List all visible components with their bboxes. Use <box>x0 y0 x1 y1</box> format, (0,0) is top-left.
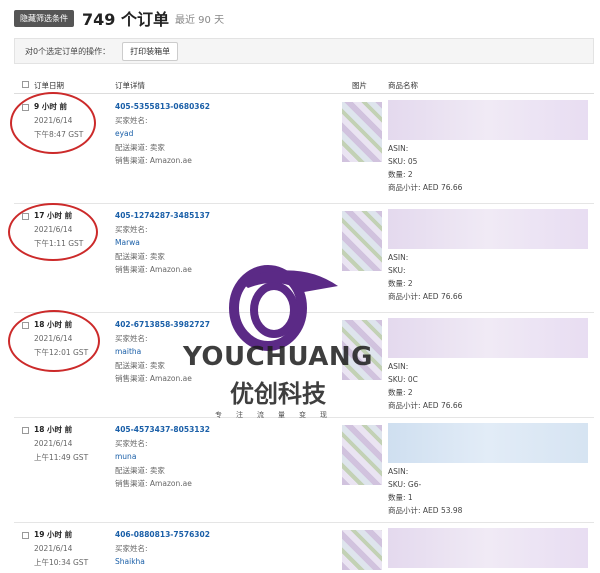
fulfillment-channel: 配送渠道: 卖家 <box>115 142 165 152</box>
order-details-cell: 405-5355813-0680362 买家姓名: eyad 配送渠道: 卖家 … <box>115 100 345 168</box>
buyer-label: 买家姓名: <box>115 115 148 125</box>
sales-channel: 销售渠道: Amazon.ae <box>115 156 192 165</box>
order-id-link[interactable]: 406-0880813-7576302 <box>115 528 345 542</box>
hide-filters-button[interactable]: 隐藏筛选条件 <box>14 9 74 27</box>
print-packing-slip-button[interactable]: 打印装箱单 <box>122 41 179 61</box>
product-thumbnail[interactable] <box>342 425 382 485</box>
order-row: 18 小时 前 2021/6/14 上午11:49 GST 405-457343… <box>14 419 594 523</box>
order-date: 2021/6/14 <box>34 439 73 448</box>
order-count: 749 个订单 <box>82 10 169 29</box>
order-details-cell: 406-0880813-7576302 买家姓名: Shaikha <box>115 528 345 569</box>
sku: SKU: G6- <box>388 480 422 489</box>
redacted-product-name <box>388 423 588 463</box>
product-name-cell: ASIN: SKU: 05 数量: 2 商品小计: AED 76.66 <box>388 100 594 194</box>
column-header-image: 图片 <box>352 81 367 90</box>
redacted-product-name <box>388 318 588 358</box>
redacted-product-name <box>388 100 588 140</box>
quantity: 数量: 2 <box>388 279 413 288</box>
select-all-checkbox[interactable] <box>22 81 29 88</box>
row-checkbox[interactable] <box>22 532 29 539</box>
buyer-name-link[interactable]: Marwa <box>115 236 345 250</box>
order-id-link[interactable]: 405-5355813-0680362 <box>115 100 345 114</box>
order-date-cell: 18 小时 前 2021/6/14 上午11:49 GST <box>34 423 114 465</box>
table-header: 订单日期 订单详情 图片 商品名称 <box>14 76 594 94</box>
header-bar: 隐藏筛选条件 749 个订单 最近 90 天 <box>14 6 224 30</box>
product-name-cell: ASIN: SKU: 数量: 2 商品小计: AED 76.66 <box>388 209 594 303</box>
buyer-name-link[interactable]: eyad <box>115 127 345 141</box>
column-header-details: 订单详情 <box>115 81 145 90</box>
subtotal: 商品小计: AED 76.66 <box>388 183 463 192</box>
product-thumbnail[interactable] <box>342 102 382 162</box>
subtotal: 商品小计: AED 76.66 <box>388 292 463 301</box>
subtotal: 商品小计: AED 76.66 <box>388 401 463 410</box>
buyer-name-link[interactable]: muna <box>115 450 345 464</box>
annotation-circle <box>10 92 96 154</box>
order-time: 上午10:34 GST <box>34 558 89 567</box>
annotation-circle <box>8 203 98 261</box>
annotation-circle <box>8 310 100 372</box>
watermark-tagline: 专注流量变现 <box>215 411 341 419</box>
order-row: 19 小时 前 2021/6/14 上午10:34 GST 406-088081… <box>14 524 594 573</box>
watermark-brand-cn: 优创科技 <box>230 380 326 408</box>
sales-channel: 销售渠道: Amazon.ae <box>115 479 192 488</box>
column-header-name: 商品名称 <box>388 81 418 90</box>
order-date-cell: 19 小时 前 2021/6/14 上午10:34 GST <box>34 528 114 570</box>
fulfillment-channel: 配送渠道: 卖家 <box>115 251 165 261</box>
quantity: 数量: 2 <box>388 170 413 179</box>
date-range-label: 最近 90 天 <box>174 14 225 26</box>
quantity: 数量: 2 <box>388 388 413 397</box>
product-name-cell: ASIN: SKU: 0C 数量: 2 商品小计: AED 76.66 <box>388 318 594 412</box>
order-details-cell: 405-4573437-8053132 买家姓名: muna 配送渠道: 卖家 … <box>115 423 345 491</box>
product-name-cell: ASIN: SKU: G6- 数量: 1 商品小计: AED 53.98 <box>388 423 594 517</box>
order-date: 2021/6/14 <box>34 544 73 553</box>
order-age: 18 小时 前 <box>34 425 73 434</box>
order-row: 9 小时 前 2021/6/14 下午8:47 GST 405-5355813-… <box>14 96 594 204</box>
asin: ASIN: <box>388 144 409 153</box>
redacted-product-name <box>388 528 588 568</box>
sku: SKU: 0C <box>388 375 418 384</box>
asin: ASIN: <box>388 362 409 371</box>
redacted-product-name <box>388 209 588 249</box>
product-name-cell <box>388 528 594 570</box>
quantity: 数量: 1 <box>388 493 413 502</box>
order-age: 19 小时 前 <box>34 530 73 539</box>
buyer-label: 买家姓名: <box>115 543 148 553</box>
subtotal: 商品小计: AED 53.98 <box>388 506 463 515</box>
order-time: 上午11:49 GST <box>34 453 89 462</box>
buyer-label: 买家姓名: <box>115 438 148 448</box>
asin: ASIN: <box>388 467 409 476</box>
sku: SKU: <box>388 266 406 275</box>
order-id-link[interactable]: 405-1274287-3485137 <box>115 209 345 223</box>
watermark-brand: YOUCHUANG <box>183 342 373 372</box>
buyer-label: 买家姓名: <box>115 224 148 234</box>
bulk-actions-bar: 对0个选定订单的操作： 打印装箱单 <box>14 38 594 64</box>
logo-mark-icon <box>229 265 338 351</box>
watermark-logo: YOUCHUANG 优创科技 专注流量变现 <box>138 262 418 432</box>
asin: ASIN: <box>388 253 409 262</box>
column-header-date: 订单日期 <box>34 81 64 90</box>
bulk-actions-label: 对0个选定订单的操作： <box>25 46 111 56</box>
product-thumbnail[interactable] <box>342 530 382 570</box>
buyer-name-link[interactable]: Shaikha <box>115 555 345 569</box>
fulfillment-channel: 配送渠道: 卖家 <box>115 465 165 475</box>
row-checkbox[interactable] <box>22 427 29 434</box>
sku: SKU: 05 <box>388 157 418 166</box>
